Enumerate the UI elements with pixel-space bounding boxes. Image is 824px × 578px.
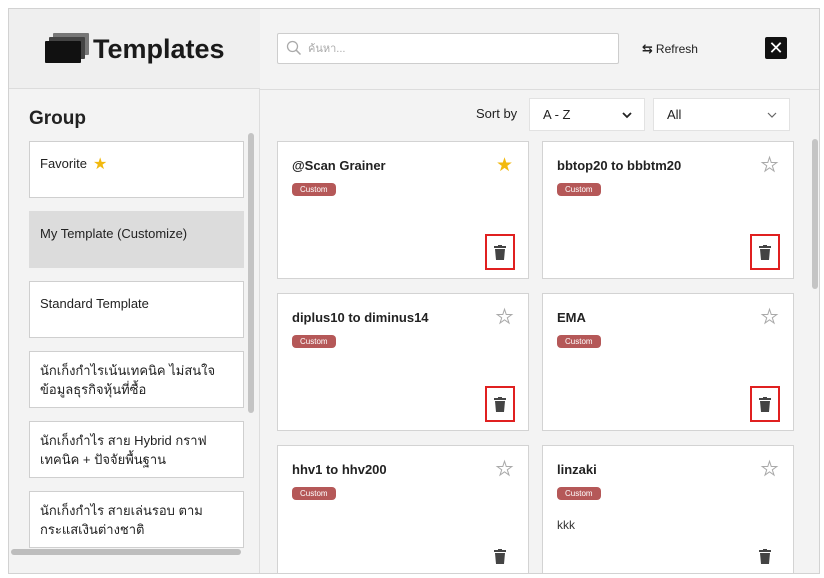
group-item-my-template[interactable]: My Template (Customize) — [29, 211, 244, 268]
star-icon[interactable]: ★ — [495, 308, 513, 328]
filter-select-value: All — [667, 107, 682, 122]
group-list: Favorite ★ My Template (Customize) Stand… — [29, 141, 244, 559]
template-card-title: EMA — [557, 310, 586, 325]
group-item-technical-trader[interactable]: นักเก็งกำไรเน้นเทคนิค ไม่สนใจข้อมูลธุรกิ… — [29, 351, 244, 408]
group-item-standard-template[interactable]: Standard Template — [29, 281, 244, 338]
app-header: Templates — [9, 9, 260, 89]
refresh-button[interactable]: ⇆ Refresh — [642, 41, 698, 57]
group-item-favorite[interactable]: Favorite ★ — [29, 141, 244, 198]
app-title: Templates — [93, 34, 225, 64]
refresh-label: Refresh — [655, 42, 698, 56]
custom-badge: Custom — [292, 335, 336, 348]
trash-icon — [759, 548, 771, 564]
custom-badge: Custom — [292, 487, 336, 500]
template-card-title: diplus10 to diminus14 — [292, 310, 429, 325]
template-card-grid: @Scan Grainer Custom ★ bbtop20 to bbbtm2… — [277, 141, 799, 573]
template-grid-scrollbar[interactable] — [812, 139, 818, 289]
group-item-label: นักเก็งกำไร สาย Hybrid กราฟเทคนิค + ปัจจ… — [40, 432, 207, 467]
group-item-foreign-flow-trader[interactable]: นักเก็งกำไร สายเล่นรอบ ตามกระแสเงินต่างช… — [29, 491, 244, 548]
trash-icon — [494, 548, 506, 564]
group-item-hybrid-trader[interactable]: นักเก็งกำไร สาย Hybrid กราฟเทคนิค + ปัจจ… — [29, 421, 244, 478]
templates-window: Templates Group Favorite ★ My Template (… — [8, 8, 820, 574]
search-input[interactable] — [308, 40, 608, 58]
delete-button[interactable] — [485, 538, 515, 573]
chevron-down-icon — [622, 112, 632, 119]
search-icon — [286, 40, 302, 56]
template-card[interactable]: diplus10 to diminus14 Custom ★ — [277, 293, 529, 431]
group-item-label: นักเก็งกำไรเน้นเทคนิค ไม่สนใจข้อมูลธุรกิ… — [40, 362, 216, 397]
delete-button[interactable] — [485, 234, 515, 270]
close-button[interactable]: ✕ — [765, 37, 787, 59]
filter-select[interactable]: All — [653, 98, 790, 131]
trash-icon — [759, 396, 771, 412]
template-card[interactable]: hhv1 to hhv200 Custom ★ — [277, 445, 529, 573]
sort-select-value: A - Z — [543, 107, 571, 122]
sort-select[interactable]: A - Z — [529, 98, 645, 131]
close-icon: ✕ — [768, 38, 784, 58]
star-icon[interactable]: ★ — [760, 308, 778, 328]
delete-button[interactable] — [750, 538, 780, 573]
delete-button[interactable] — [750, 234, 780, 270]
group-heading: Group — [29, 108, 86, 129]
star-icon: ★ — [92, 156, 108, 173]
templates-logo-icon — [45, 31, 91, 65]
group-item-label: นักเก็งกำไร สายเล่นรอบ ตามกระแสเงินต่างช… — [40, 502, 203, 537]
star-icon[interactable]: ★ — [495, 460, 513, 480]
template-card[interactable]: EMA Custom ★ — [542, 293, 794, 431]
templates-panel: ⇆ Refresh ✕ Sort by A - Z All @Scan Grai… — [260, 9, 819, 573]
star-icon[interactable]: ★ — [496, 156, 513, 175]
star-icon[interactable]: ★ — [760, 156, 778, 176]
header-divider — [260, 89, 819, 90]
template-card-title: bbtop20 to bbbtm20 — [557, 158, 682, 173]
template-card-description: kkk — [557, 518, 575, 532]
template-card[interactable]: linzaki Custom kkk ★ — [542, 445, 794, 573]
group-list-horizontal-scrollbar[interactable] — [11, 549, 241, 555]
template-card-title: linzaki — [557, 462, 597, 477]
group-item-label: Favorite — [40, 156, 87, 171]
template-card-title: @Scan Grainer — [292, 158, 386, 173]
template-card[interactable]: @Scan Grainer Custom ★ — [277, 141, 529, 279]
refresh-icon: ⇆ — [642, 41, 653, 56]
group-item-label: My Template (Customize) — [40, 226, 188, 241]
trash-icon — [494, 244, 506, 260]
chevron-down-icon — [767, 112, 777, 118]
search-box[interactable] — [277, 33, 619, 64]
custom-badge: Custom — [557, 487, 601, 500]
template-card[interactable]: bbtop20 to bbbtm20 Custom ★ — [542, 141, 794, 279]
sort-by-label: Sort by — [476, 106, 518, 121]
template-card-title: hhv1 to hhv200 — [292, 462, 387, 477]
delete-button[interactable] — [485, 386, 515, 422]
trash-icon — [494, 396, 506, 412]
group-item-label: Standard Template — [40, 296, 149, 311]
custom-badge: Custom — [557, 335, 601, 348]
custom-badge: Custom — [557, 183, 601, 196]
group-panel: Templates Group Favorite ★ My Template (… — [9, 9, 260, 573]
group-list-vertical-scrollbar[interactable] — [248, 133, 254, 413]
trash-icon — [759, 244, 771, 260]
delete-button[interactable] — [750, 386, 780, 422]
star-icon[interactable]: ★ — [760, 460, 778, 480]
custom-badge: Custom — [292, 183, 336, 196]
